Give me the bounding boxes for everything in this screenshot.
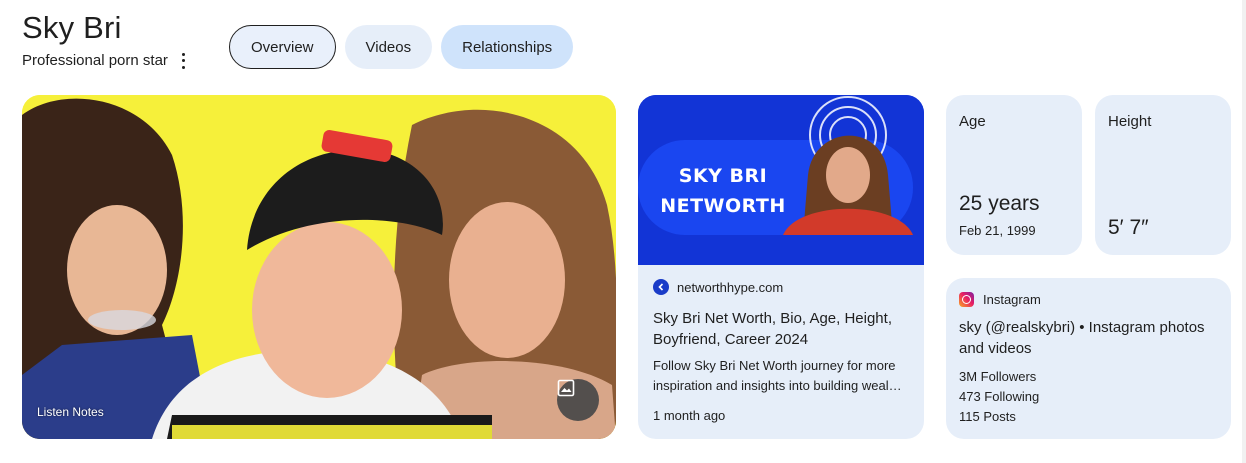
article-title[interactable]: Sky Bri Net Worth, Bio, Age, Height, Boy… (653, 308, 909, 350)
birth-date: Feb 21, 1999 (959, 223, 1036, 238)
main-image-illustration (22, 95, 616, 439)
instagram-card[interactable]: Instagram sky (@realskybri) • Instagram … (946, 278, 1231, 439)
site-favicon-icon (653, 279, 669, 295)
tab-relationships[interactable]: Relationships (441, 25, 574, 69)
instagram-following: 473 Following (959, 389, 1040, 404)
image-watermark: Listen Notes (37, 405, 104, 419)
tab-videos[interactable]: Videos (344, 25, 433, 69)
thumbnail-caption-line1: SKY BRI (678, 165, 768, 187)
age-card[interactable]: Age 25 years Feb 21, 1999 (946, 95, 1082, 255)
instagram-posts: 115 Posts (959, 409, 1016, 424)
height-card[interactable]: Height 5′ 7″ (1095, 95, 1231, 255)
article-snippet-line1: Follow Sky Bri Net Worth journey for mor… (653, 358, 896, 373)
article-card[interactable]: SKY BRI NETWORTH networthhype.com Sky Br… (638, 95, 924, 439)
entity-title: Sky Bri (22, 10, 122, 45)
thumbnail-caption-line2: NETWORTH (660, 195, 786, 217)
main-image-card[interactable]: Listen Notes (22, 95, 616, 439)
entity-header: Sky Bri Professional porn star (22, 10, 188, 69)
instagram-followers: 3M Followers (959, 369, 1037, 384)
height-label: Height (1108, 113, 1152, 130)
instagram-source-row: Instagram (959, 292, 1218, 307)
subtitle-row: Professional porn star (22, 52, 188, 69)
instagram-source: Instagram (983, 292, 1041, 307)
scrollbar[interactable] (1242, 0, 1246, 463)
tab-bar: Overview Videos Relationships (229, 25, 574, 69)
article-source-row: networthhype.com (653, 279, 909, 295)
instagram-icon (959, 292, 974, 307)
tab-overview[interactable]: Overview (229, 25, 336, 69)
thumbnail-caption: SKY BRI NETWORTH (658, 161, 788, 221)
age-label: Age (959, 113, 986, 130)
image-glyph-icon (557, 379, 575, 397)
height-value: 5′ 7″ (1108, 216, 1149, 239)
article-snippet: Follow Sky Bri Net Worth journey for mor… (653, 356, 909, 396)
entity-subtitle: Professional porn star (22, 52, 168, 69)
article-snippet-line2: inspiration and insights into building w… (653, 378, 902, 393)
more-options-icon[interactable] (180, 52, 188, 69)
age-value: 25 years (959, 192, 1040, 215)
instagram-stats: 3M Followers 473 Following 115 Posts (959, 367, 1218, 427)
instagram-title[interactable]: sky (@realskybri) • Instagram photos and… (959, 317, 1218, 359)
article-source: networthhype.com (677, 279, 784, 295)
image-icon[interactable] (557, 379, 599, 421)
article-thumbnail: SKY BRI NETWORTH (638, 95, 924, 265)
article-body: networthhype.com Sky Bri Net Worth, Bio,… (638, 265, 924, 437)
article-date: 1 month ago (653, 408, 726, 423)
